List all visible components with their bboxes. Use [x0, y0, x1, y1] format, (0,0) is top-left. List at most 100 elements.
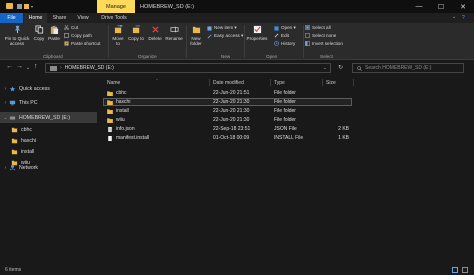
close-button[interactable]: ✕ — [452, 0, 474, 13]
qat-dropdown-icon[interactable]: ▾ — [31, 4, 35, 9]
invert-selection-label: Invert selection — [312, 41, 343, 46]
table-row-hovered[interactable]: haxchi 22-Jun-20 21:30 File folder — [103, 98, 352, 107]
column-separator[interactable] — [270, 79, 271, 86]
sidebar-item-network-row[interactable]: › Network — [0, 162, 38, 173]
select-none-button[interactable]: Select none — [305, 33, 336, 38]
copy-to-label: Copy to — [128, 36, 144, 41]
invert-selection-button[interactable]: Invert selection — [305, 41, 343, 46]
address-bar[interactable]: › HOMEBREW_SD (E:) ⌄ — [45, 63, 331, 73]
recent-locations-icon[interactable]: ⌄ — [26, 65, 30, 71]
table-row[interactable]: wiiu 22-Jun-20 21:30 File folder — [103, 116, 352, 124]
move-to-button[interactable]: Move to — [110, 25, 126, 47]
sidebar-item-cbhc[interactable]: cbhc — [0, 124, 32, 135]
folder-icon — [11, 127, 18, 132]
ribbon-separator — [303, 25, 304, 58]
tab-drive-tools[interactable]: Drive Tools — [95, 13, 133, 23]
cut-button[interactable]: Cut — [64, 25, 78, 30]
history-button[interactable]: History — [274, 41, 295, 46]
expand-chevron-icon[interactable]: › — [2, 165, 9, 171]
paste-button[interactable]: Paste — [47, 25, 61, 41]
tab-home[interactable]: Home — [24, 13, 47, 23]
copy-icon — [34, 25, 43, 34]
copy-path-label: Copy path — [71, 33, 92, 38]
tab-file[interactable]: File — [0, 13, 23, 23]
rename-button[interactable]: Rename — [165, 25, 183, 41]
new-folder-button[interactable]: New folder — [188, 25, 204, 47]
open-icon — [274, 25, 279, 31]
column-header-name[interactable]: Name — [107, 78, 120, 87]
address-chevron-icon[interactable]: › — [60, 65, 62, 71]
copy-to-button[interactable]: Copy to — [128, 25, 144, 41]
details-view-icon[interactable] — [452, 267, 458, 273]
back-icon[interactable]: ← — [6, 63, 13, 70]
sidebar-item-install[interactable]: install — [0, 146, 34, 157]
ribbon-separator — [108, 25, 109, 58]
new-folder-icon — [192, 26, 200, 34]
minimize-button[interactable]: — — [408, 0, 430, 13]
ribbon-separator — [186, 25, 187, 58]
maximize-button[interactable]: ☐ — [430, 0, 452, 13]
sort-caret-icon: ^ — [156, 77, 158, 82]
expand-chevron-icon[interactable]: › — [2, 86, 9, 92]
file-date: 22-Sep-18 23:51 — [213, 126, 251, 132]
paste-shortcut-button[interactable]: Paste shortcut — [64, 41, 100, 46]
table-row[interactable]: cbhc 22-Jun-20 21:51 File folder — [103, 89, 352, 97]
up-icon[interactable]: ↑ — [34, 63, 38, 70]
column-separator[interactable] — [322, 79, 323, 86]
sidebar-item-quick-access[interactable]: › Quick access — [0, 83, 50, 94]
file-name: wiiu — [116, 117, 125, 123]
search-input[interactable]: Search HOMEBREW_SD (E:) — [352, 63, 464, 73]
new-item-button[interactable]: New item ▾ — [207, 25, 237, 31]
new-folder-qat-icon[interactable] — [24, 4, 29, 9]
address-dropdown-icon[interactable]: ⌄ — [323, 65, 327, 71]
copy-button[interactable]: Copy — [32, 25, 46, 41]
table-row[interactable]: manifest.install 01-Oct-18 00:09 INSTALL… — [103, 134, 352, 142]
collapse-chevron-icon[interactable]: ⌄ — [2, 115, 9, 121]
copy-path-button[interactable]: Copy path — [64, 33, 92, 38]
search-placeholder: Search HOMEBREW_SD (E:) — [365, 65, 432, 71]
column-separator[interactable] — [209, 79, 210, 86]
select-all-button[interactable]: Select all — [305, 25, 331, 30]
tab-view[interactable]: View — [72, 13, 94, 23]
tab-share[interactable]: Share — [48, 13, 71, 23]
column-header-type[interactable]: Type — [274, 78, 285, 87]
file-date: 22-Jun-20 21:51 — [213, 90, 250, 96]
file-date: 22-Jun-20 21:30 — [213, 108, 250, 114]
help-icon[interactable]: ? — [462, 15, 465, 21]
pin-to-quick-access-button[interactable]: Pin to Quick access — [2, 25, 32, 47]
edit-button[interactable]: Edit — [274, 33, 289, 38]
ribbon-collapse-icon[interactable]: ⌄ — [452, 14, 456, 20]
large-icons-view-icon[interactable] — [462, 267, 468, 273]
history-icon — [274, 41, 279, 46]
item-count: 6 items — [5, 267, 22, 273]
breadcrumb[interactable]: HOMEBREW_SD (E:) — [65, 65, 114, 71]
column-separator[interactable] — [353, 79, 354, 86]
properties-button[interactable]: Properties — [246, 25, 268, 41]
refresh-icon[interactable]: ↻ — [338, 64, 343, 71]
table-row[interactable]: install 22-Jun-20 21:30 File folder — [103, 107, 352, 115]
sidebar-item-label: Network — [19, 164, 39, 171]
easy-access-button[interactable]: Easy access ▾ — [207, 33, 243, 39]
sidebar-item-haxchi[interactable]: haxchi — [0, 135, 36, 146]
paste-label: Paste — [48, 36, 60, 41]
expand-chevron-icon[interactable]: › — [2, 100, 9, 106]
tab-manage[interactable]: Manage — [97, 0, 135, 13]
column-header-size[interactable]: Size — [326, 78, 336, 87]
properties-qat-icon[interactable] — [17, 4, 22, 9]
star-icon — [9, 85, 16, 91]
quick-access-toolbar[interactable]: ▾ — [17, 4, 37, 9]
organize-group-label: Organize — [138, 54, 157, 59]
column-header-date[interactable]: Date modified — [213, 78, 244, 87]
open-button[interactable]: Open ▾ — [274, 25, 296, 31]
forward-icon[interactable]: → — [16, 63, 23, 70]
file-size: 2 KB — [338, 126, 349, 132]
app-icon — [6, 3, 13, 9]
new-group-label: New — [221, 54, 231, 59]
file-name: info.json — [116, 126, 135, 132]
delete-button[interactable]: Delete — [147, 25, 163, 41]
table-row[interactable]: info.json 22-Sep-18 23:51 JSON File 2 KB — [103, 125, 352, 133]
move-to-label: Move to — [112, 36, 124, 47]
sidebar-item-homebrew-sd[interactable]: ⌄ HOMEBREW_SD (E:) — [0, 112, 97, 123]
ribbon-tab-row: File Home Share View Drive Tools ? ⌄ — [0, 13, 474, 23]
sidebar-item-this-pc[interactable]: › This PC — [0, 97, 38, 108]
